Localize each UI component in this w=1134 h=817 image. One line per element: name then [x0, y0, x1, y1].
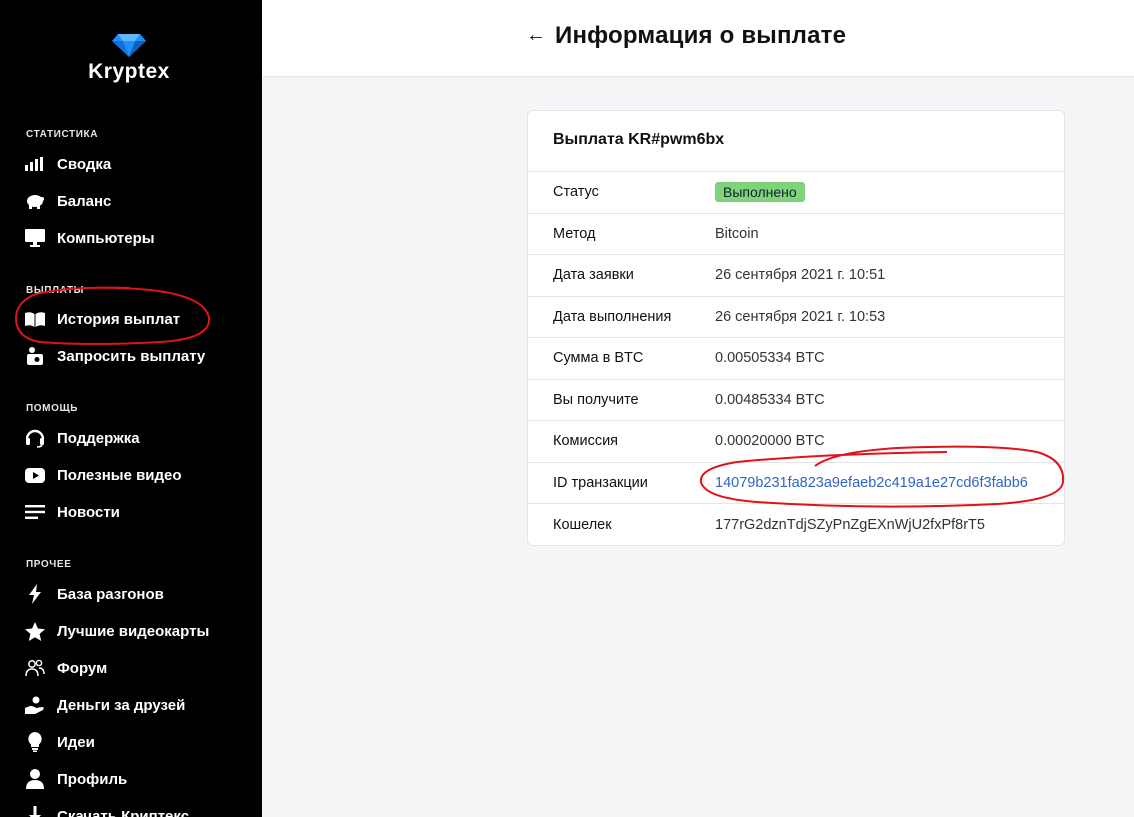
sidebar-item-label: Поддержка	[57, 429, 140, 447]
sidebar-item-label: Новости	[57, 503, 120, 521]
section-title-help: ПОМОЩЬ	[26, 403, 79, 414]
sidebar-item-balance[interactable]: Баланс	[24, 188, 111, 214]
sidebar-item-label: Идеи	[57, 733, 95, 751]
page-header: ← Информация о выплате	[262, 0, 1134, 77]
sidebar: Kryptex СТАТИСТИКА Сводка Баланс Компьют…	[0, 0, 262, 817]
section-title-other: ПРОЧЕЕ	[26, 559, 72, 570]
sidebar-item-videos[interactable]: Полезные видео	[24, 462, 182, 488]
page-title: Информация о выплате	[555, 22, 847, 49]
sidebar-item-label: Лучшие видеокарты	[57, 622, 210, 640]
sidebar-item-referral[interactable]: Деньги за друзей	[24, 692, 185, 718]
detail-label: Кошелек	[553, 516, 612, 533]
sidebar-item-forum[interactable]: Форум	[24, 655, 107, 681]
star-icon	[24, 620, 46, 642]
detail-value: 0.00020000 BTC	[715, 433, 825, 450]
lightning-icon	[24, 583, 46, 605]
users-icon	[24, 657, 46, 679]
sidebar-item-download[interactable]: Скачать Криптекс	[24, 803, 189, 817]
sidebar-item-payout-history[interactable]: История выплат	[24, 306, 180, 332]
detail-label: Сумма в BTC	[553, 350, 644, 367]
book-icon	[24, 308, 46, 330]
sidebar-item-summary[interactable]: Сводка	[24, 151, 111, 177]
payout-title: Выплата KR#pwm6bx	[528, 111, 1064, 172]
detail-label: Дата заявки	[553, 267, 634, 284]
sidebar-item-label: Сводка	[57, 155, 112, 173]
arrow-left-icon[interactable]: ←	[526, 24, 546, 47]
detail-label: Статус	[553, 184, 599, 201]
download-icon	[24, 805, 46, 817]
sidebar-item-label: История выплат	[57, 310, 181, 328]
status-badge: Выполнено	[715, 182, 805, 203]
lightbulb-icon	[24, 731, 46, 753]
section-title-statistics: СТАТИСТИКА	[26, 129, 99, 140]
sidebar-item-support[interactable]: Поддержка	[24, 425, 140, 451]
sidebar-item-ideas[interactable]: Идеи	[24, 729, 95, 755]
diamond-icon	[112, 34, 146, 57]
youtube-icon	[24, 464, 46, 486]
detail-value: 26 сентября 2021 г. 10:51	[715, 267, 886, 284]
sidebar-item-label: Форум	[57, 659, 108, 677]
detail-value: Bitcoin	[715, 225, 759, 242]
detail-row-wallet: Кошелек 177rG2dznTdjSZyPnZgEXnWjU2fxPf8r…	[528, 504, 1064, 545]
detail-row-fee: Комиссия 0.00020000 BTC	[528, 421, 1064, 463]
sidebar-item-profile[interactable]: Профиль	[24, 766, 127, 792]
sidebar-item-label: Полезные видео	[57, 466, 182, 484]
detail-value: 26 сентября 2021 г. 10:53	[715, 308, 886, 325]
detail-label: Метод	[553, 225, 596, 242]
sidebar-item-label: Баланс	[57, 192, 112, 210]
sidebar-item-news[interactable]: Новости	[24, 499, 120, 525]
sidebar-item-label: Запросить выплату	[57, 347, 206, 365]
sidebar-item-label: Скачать Криптекс	[57, 807, 190, 817]
payout-details-card: Выплата KR#pwm6bx Статус Выполнено Метод…	[527, 110, 1065, 546]
detail-value: 177rG2dznTdjSZyPnZgEXnWjU2fxPf8rT5	[715, 516, 985, 533]
logo[interactable]: Kryptex	[0, 32, 258, 84]
sidebar-item-computers[interactable]: Компьютеры	[24, 225, 155, 251]
sidebar-item-request-payout[interactable]: Запросить выплату	[24, 343, 205, 369]
headset-icon	[24, 427, 46, 449]
detail-label: Дата выполнения	[553, 308, 672, 325]
user-icon	[24, 768, 46, 790]
detail-row-you-receive: Вы получите 0.00485334 BTC	[528, 380, 1064, 421]
news-icon	[24, 501, 46, 523]
detail-row-request-date: Дата заявки 26 сентября 2021 г. 10:51	[528, 255, 1064, 297]
detail-label: Комиссия	[553, 433, 619, 450]
sidebar-item-label: Компьютеры	[57, 229, 155, 247]
brand-name: Kryptex	[88, 60, 170, 83]
payout-request-icon	[24, 345, 46, 367]
piggy-bank-icon	[24, 190, 46, 212]
monitor-icon	[24, 227, 46, 249]
detail-row-status: Статус Выполнено	[528, 172, 1064, 214]
transaction-id-link[interactable]: 14079b231fa823a9efaeb2c419a1e27cd6f3fabb…	[715, 475, 1028, 491]
detail-row-transaction-id: ID транзакции 14079b231fa823a9efaeb2c419…	[528, 463, 1064, 504]
section-title-payouts: ВЫПЛАТЫ	[26, 285, 85, 296]
detail-row-amount-btc: Сумма в BTC 0.00505334 BTC	[528, 338, 1064, 380]
detail-value: 0.00505334 BTC	[715, 350, 825, 367]
detail-value: 0.00485334 BTC	[715, 391, 825, 408]
detail-row-completion-date: Дата выполнения 26 сентября 2021 г. 10:5…	[528, 297, 1064, 338]
sidebar-item-label: Деньги за друзей	[57, 696, 186, 714]
detail-label: ID транзакции	[553, 474, 648, 491]
hand-coin-icon	[24, 694, 46, 716]
sidebar-item-label: База разгонов	[57, 585, 164, 603]
sidebar-item-overclock-base[interactable]: База разгонов	[24, 581, 164, 607]
sidebar-item-label: Профиль	[57, 770, 128, 788]
detail-row-method: Метод Bitcoin	[528, 214, 1064, 255]
sidebar-item-best-gpus[interactable]: Лучшие видеокарты	[24, 618, 209, 644]
bar-chart-icon	[24, 153, 46, 175]
detail-label: Вы получите	[553, 391, 639, 408]
